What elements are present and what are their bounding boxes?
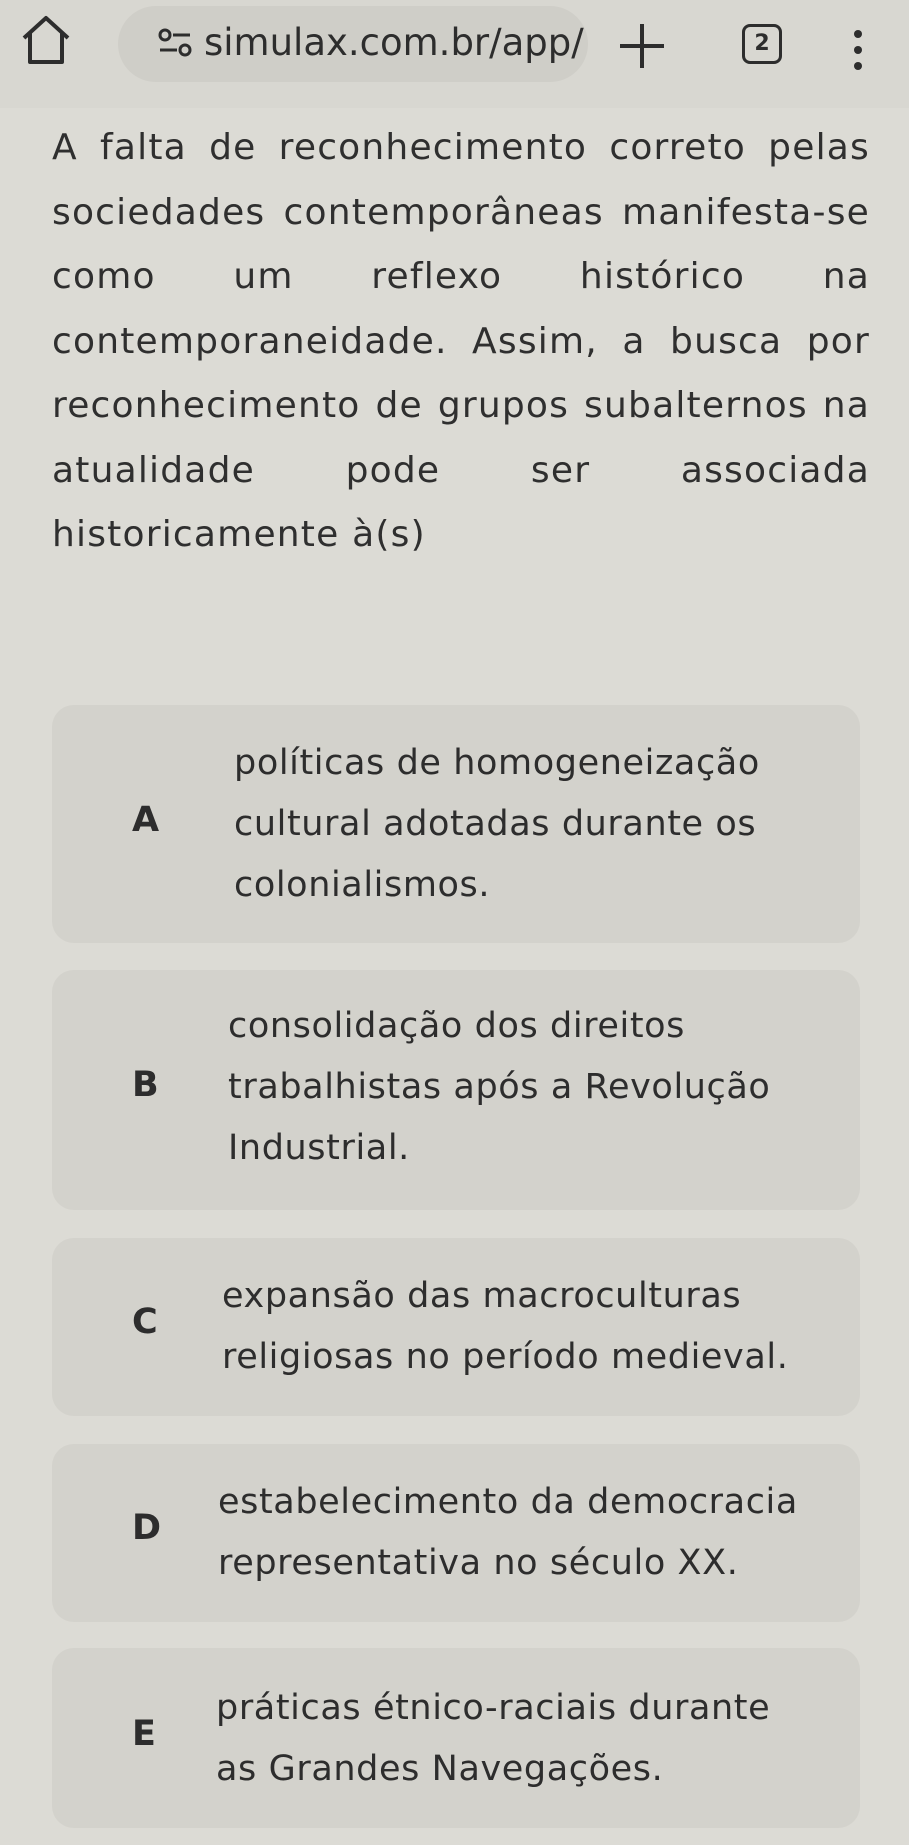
home-icon[interactable] <box>16 10 76 70</box>
option-c[interactable]: C expansão das macroculturas religiosas … <box>52 1238 860 1416</box>
tab-switcher-button[interactable]: 2 <box>742 24 784 66</box>
option-text: expansão das macroculturas religiosas no… <box>222 1276 789 1377</box>
url-text[interactable]: simulax.com.br/app/ <box>204 18 584 68</box>
option-a[interactable]: A políticas de homogeneização cultural a… <box>52 705 860 943</box>
menu-dot <box>854 62 862 70</box>
site-settings-icon[interactable] <box>158 28 192 58</box>
option-e[interactable]: E práticas étnico-raciais durante as Gra… <box>52 1648 860 1828</box>
plus-icon[interactable] <box>614 18 670 74</box>
option-letter: B <box>132 1065 159 1105</box>
address-bar[interactable]: simulax.com.br/app/ <box>118 6 588 82</box>
page-content: A falta de reconhecimento correto pelas … <box>0 108 909 1845</box>
option-letter: E <box>132 1714 156 1754</box>
browser-toolbar: simulax.com.br/app/ 2 <box>0 0 909 108</box>
question-text: A falta de reconhecimento correto pelas … <box>52 127 870 555</box>
option-letter: D <box>132 1508 162 1548</box>
menu-dot <box>854 46 862 54</box>
option-text: políticas de homogeneização cultural ado… <box>234 743 760 905</box>
option-text: estabelecimento da democracia representa… <box>218 1482 798 1583</box>
option-text: consolidação dos direitos trabalhistas a… <box>228 1006 771 1168</box>
option-b[interactable]: B consolidação dos direitos trabalhistas… <box>52 970 860 1210</box>
option-letter: A <box>132 800 160 840</box>
more-vert-icon[interactable] <box>844 30 874 86</box>
tab-count: 2 <box>742 24 782 64</box>
option-text: práticas étnico-raciais durante as Grand… <box>216 1688 771 1789</box>
option-d[interactable]: D estabelecimento da democracia represen… <box>52 1444 860 1622</box>
menu-dot <box>854 30 862 38</box>
option-letter: C <box>132 1302 158 1342</box>
